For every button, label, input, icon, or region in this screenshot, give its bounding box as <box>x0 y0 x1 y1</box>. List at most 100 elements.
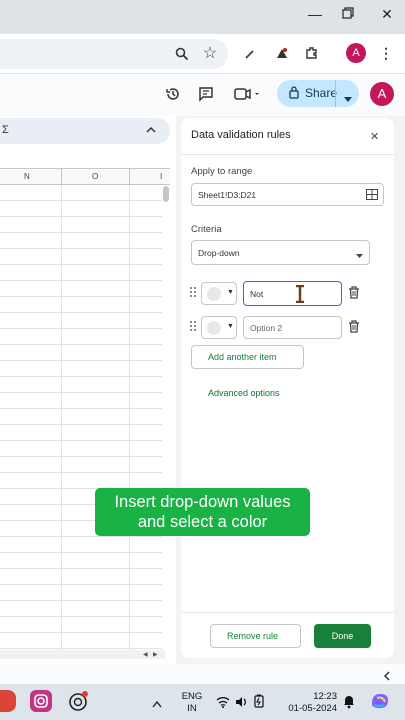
item-input-1[interactable]: Not <box>243 281 342 306</box>
criteria-label: Criteria <box>191 224 222 235</box>
show-hidden-icons-icon[interactable] <box>152 695 162 713</box>
grid-column-line <box>61 185 62 650</box>
grid-row-line <box>0 440 162 441</box>
volume-icon[interactable] <box>235 695 248 713</box>
data-validation-panel: Data validation rules ✕ Apply to range S… <box>181 118 394 658</box>
language-code: ENG <box>181 691 203 702</box>
formula-bar[interactable]: Σ <box>0 118 170 144</box>
grid-row-line <box>0 424 162 425</box>
add-item-label: Add another item <box>208 352 277 362</box>
grid-row-line <box>0 360 162 361</box>
item-color-picker[interactable]: ▼ <box>201 282 237 305</box>
scroll-right-icon[interactable]: ▶ <box>153 651 158 658</box>
done-button[interactable]: Done <box>314 624 371 648</box>
color-dropdown-icon: ▼ <box>227 323 234 330</box>
restore-icon[interactable] <box>333 6 363 22</box>
criteria-dropdown-icon <box>356 251 363 261</box>
address-bar[interactable] <box>0 39 228 69</box>
close-panel-icon[interactable]: ✕ <box>370 130 379 143</box>
select-range-grid-icon[interactable] <box>366 189 378 202</box>
horizontal-scrollbar[interactable]: ◀ ▶ <box>0 650 165 659</box>
remove-rule-button[interactable]: Remove rule <box>210 624 301 648</box>
grid-row-line <box>0 280 162 281</box>
color-dropdown-icon: ▼ <box>227 289 234 296</box>
browser-toolbar: ☆ A ⋮ <box>0 34 405 74</box>
share-button[interactable]: Share <box>277 80 359 107</box>
color-swatch <box>207 321 221 335</box>
remove-rule-label: Remove rule <box>227 631 279 641</box>
vertical-scrollbar[interactable] <box>163 186 169 202</box>
sigma-icon[interactable]: Σ <box>2 124 9 136</box>
advanced-options-link[interactable]: Advanced options <box>208 388 280 398</box>
clock-date: 01-05-2024 <box>288 703 337 714</box>
item-input-2[interactable]: Option 2 <box>243 316 342 339</box>
openai-app-icon[interactable] <box>67 690 89 712</box>
grid-row-line <box>0 344 162 345</box>
item-color-picker[interactable]: ▼ <box>201 316 237 339</box>
grid-row-line <box>0 392 162 393</box>
delete-item-icon[interactable] <box>348 320 360 338</box>
grid-row-line <box>0 328 162 329</box>
wifi-icon[interactable] <box>216 695 230 713</box>
notification-icon[interactable] <box>342 693 356 714</box>
grid-row-line <box>0 200 162 201</box>
instagram-app-icon[interactable] <box>30 690 52 712</box>
grid-row-line <box>0 312 162 313</box>
battery-icon[interactable] <box>253 694 265 713</box>
grid-row-line <box>0 552 162 553</box>
copilot-icon[interactable] <box>369 690 391 712</box>
minimize-icon[interactable]: — <box>300 6 330 22</box>
criteria-select[interactable]: Drop-down <box>191 240 370 265</box>
grid-row-line <box>0 408 162 409</box>
clock-time: 12:23 <box>313 691 337 702</box>
pen-extension-icon[interactable] <box>241 44 259 64</box>
grid-row-line <box>0 376 162 377</box>
panel-divider <box>181 154 394 155</box>
item-value-1: Not <box>250 288 264 299</box>
share-dropdown-icon[interactable] <box>344 90 352 108</box>
region-code: IN <box>187 703 197 714</box>
clock[interactable]: 12:23 01-05-2024 <box>277 691 337 715</box>
color-swatch <box>207 287 221 301</box>
scroll-left-icon[interactable]: ◀ <box>143 651 148 658</box>
drag-handle-icon[interactable] <box>190 321 198 333</box>
add-another-item-button[interactable]: Add another item <box>191 345 304 369</box>
language-indicator[interactable]: ENG IN <box>181 691 203 715</box>
column-header-p[interactable]: I <box>160 172 162 181</box>
grid-row-line <box>0 248 162 249</box>
delete-item-icon[interactable] <box>348 286 360 304</box>
extension-icon[interactable] <box>272 43 292 63</box>
caption-line-1: Insert drop-down values <box>114 493 291 511</box>
range-input[interactable]: Sheet1!D3:D21 <box>191 183 384 206</box>
comments-icon[interactable] <box>196 84 216 104</box>
criteria-value: Drop-down <box>198 247 240 258</box>
profile-avatar[interactable]: A <box>346 43 366 63</box>
zoom-icon[interactable] <box>172 44 192 64</box>
puzzle-extensions-icon[interactable] <box>302 43 322 63</box>
column-header-n[interactable]: N <box>24 172 30 181</box>
tutorial-caption: Insert drop-down values and select a col… <box>95 488 310 536</box>
text-cursor-icon <box>294 284 306 305</box>
column-header-o[interactable]: O <box>92 172 98 181</box>
collapse-chevron-icon[interactable] <box>146 122 156 140</box>
column-header-row: N O I <box>0 168 170 185</box>
grid-row-line <box>0 232 162 233</box>
meet-icon[interactable] <box>232 84 262 104</box>
panel-title: Data validation rules <box>191 129 291 141</box>
close-window-icon[interactable]: ✕ <box>372 6 402 23</box>
browser-menu-icon[interactable]: ⋮ <box>378 43 394 63</box>
version-history-icon[interactable] <box>163 84 183 104</box>
range-value: Sheet1!D3:D21 <box>198 189 257 200</box>
chrome-app-icon[interactable] <box>0 690 16 712</box>
sheet-grid[interactable] <box>0 116 176 664</box>
drag-handle-icon[interactable] <box>190 287 198 299</box>
lock-icon <box>289 86 299 104</box>
grid-row-line <box>0 616 162 617</box>
grid-row-line <box>0 648 162 649</box>
bookmark-star-icon[interactable]: ☆ <box>200 43 220 63</box>
share-label: Share <box>305 86 338 100</box>
account-avatar[interactable]: A <box>370 82 394 106</box>
window-title-bar: — ✕ <box>0 0 405 34</box>
grid-row-line <box>0 264 162 265</box>
caption-line-2: and select a color <box>137 513 268 531</box>
